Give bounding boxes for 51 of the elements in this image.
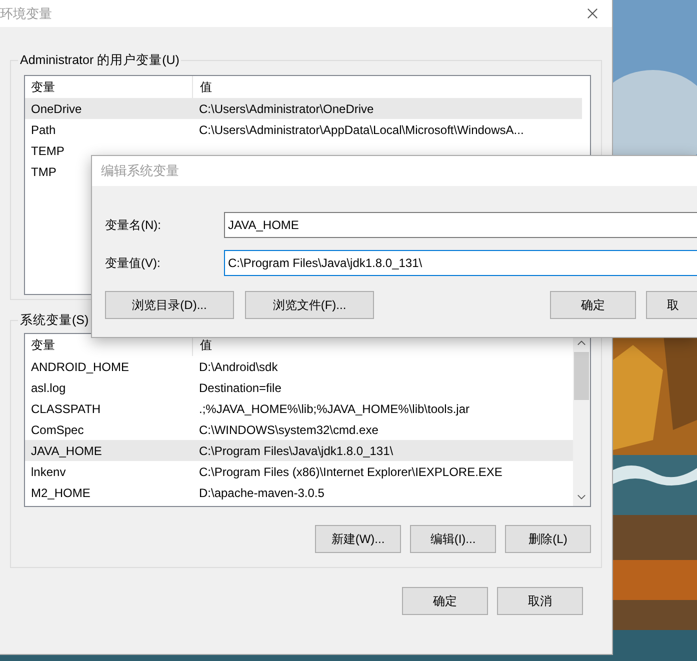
list-row[interactable]: asl.log Destination=file — [25, 377, 573, 398]
dialog-button[interactable]: 取消 — [497, 587, 583, 615]
list-row[interactable]: JAVA_HOME C:\Program Files\Java\jdk1.8.0_131\ — [25, 440, 573, 461]
variable-value: .;%JAVA_HOME%\lib;%JAVA_HOME%\lib\tools.jar — [198, 402, 470, 416]
list-row[interactable]: ComSpec C:\WINDOWS\system32\cmd.exe — [25, 419, 573, 440]
column-header[interactable]: 值 — [193, 334, 212, 356]
variable-value: D:\Android\sdk — [198, 360, 278, 374]
scroll-thumb[interactable] — [574, 352, 589, 400]
variable-value: D:\apache-maven-3.0.5 — [198, 486, 324, 500]
dialog-button[interactable]: 浏览目录(D)... — [105, 291, 234, 319]
variable-name: TEMP — [31, 144, 64, 158]
variable-value: C:\Program Files (x86)\Internet Explorer\IEXPLORE.EXE — [198, 464, 502, 478]
group-title: Administrator 的用户变量(U) — [19, 52, 180, 69]
variable-name: lnkenv — [31, 464, 66, 478]
group-title: 系统变量(S) — [19, 312, 90, 329]
variable-name: asl.log — [31, 380, 66, 394]
list-row[interactable]: CLASSPATH .;%JAVA_HOME%\lib;%JAVA_HOME%\lib\tools.jar — [25, 398, 573, 419]
variable-value: Destination=file — [198, 380, 282, 394]
variable-value: C:\Program Files\Java\jdk1.8.0_131\ — [198, 444, 394, 458]
scroll-down-icon[interactable] — [577, 494, 586, 500]
variable-name: CLASSPATH — [31, 402, 101, 416]
variable-name: Path — [31, 122, 56, 136]
list-row[interactable]: Path C:\Users\Administrator\AppData\Local\Microsoft\WindowsA... — [25, 119, 582, 140]
dialog-button[interactable]: 编辑(I)... — [410, 525, 496, 553]
variable-name: M2_HOME — [31, 486, 90, 500]
field-label: 变量值(V): — [105, 254, 162, 272]
column-header[interactable]: 值 — [193, 76, 212, 98]
dialog-button[interactable]: 新建(W)... — [315, 525, 401, 553]
dialog-button[interactable]: 取 — [646, 291, 697, 319]
field-label: 变量名(N): — [105, 216, 162, 234]
variable-value: C:\WINDOWS\system32\cmd.exe — [198, 422, 378, 436]
window-title: 环境变量 — [0, 4, 52, 22]
list-row[interactable]: ANDROID_HOME D:\Android\sdk — [25, 356, 573, 377]
variable-value: C:\Users\Administrator\OneDrive — [198, 102, 374, 116]
list-row[interactable]: OneDrive C:\Users\Administrator\OneDrive — [25, 98, 582, 119]
dialog-button[interactable]: 确定 — [402, 587, 488, 615]
close-icon[interactable] — [587, 8, 598, 19]
dialog-title: 编辑系统变量 — [101, 162, 179, 180]
variable-value: C:\Users\Administrator\AppData\Local\Microsoft\WindowsA... — [198, 122, 524, 136]
input-field[interactable]: C:\Program Files\Java\jdk1.8.0_131\ — [224, 250, 697, 276]
variable-name: JAVA_HOME — [31, 444, 102, 458]
variable-name: OneDrive — [31, 102, 82, 116]
scroll-up-icon[interactable] — [577, 340, 586, 346]
input-field[interactable]: JAVA_HOME — [224, 212, 697, 238]
dialog-button[interactable]: 确定 — [550, 291, 636, 319]
dialog-button[interactable]: 浏览文件(F)... — [245, 291, 374, 319]
list-row[interactable]: lnkenv C:\Program Files (x86)\Internet Explorer\IEXPLORE.EXE — [25, 461, 573, 482]
variable-name: ComSpec — [31, 422, 84, 436]
list-row[interactable]: M2_HOME D:\apache-maven-3.0.5 — [25, 482, 573, 503]
variable-name: ANDROID_HOME — [31, 360, 130, 374]
dialog-button[interactable]: 删除(L) — [505, 525, 591, 553]
